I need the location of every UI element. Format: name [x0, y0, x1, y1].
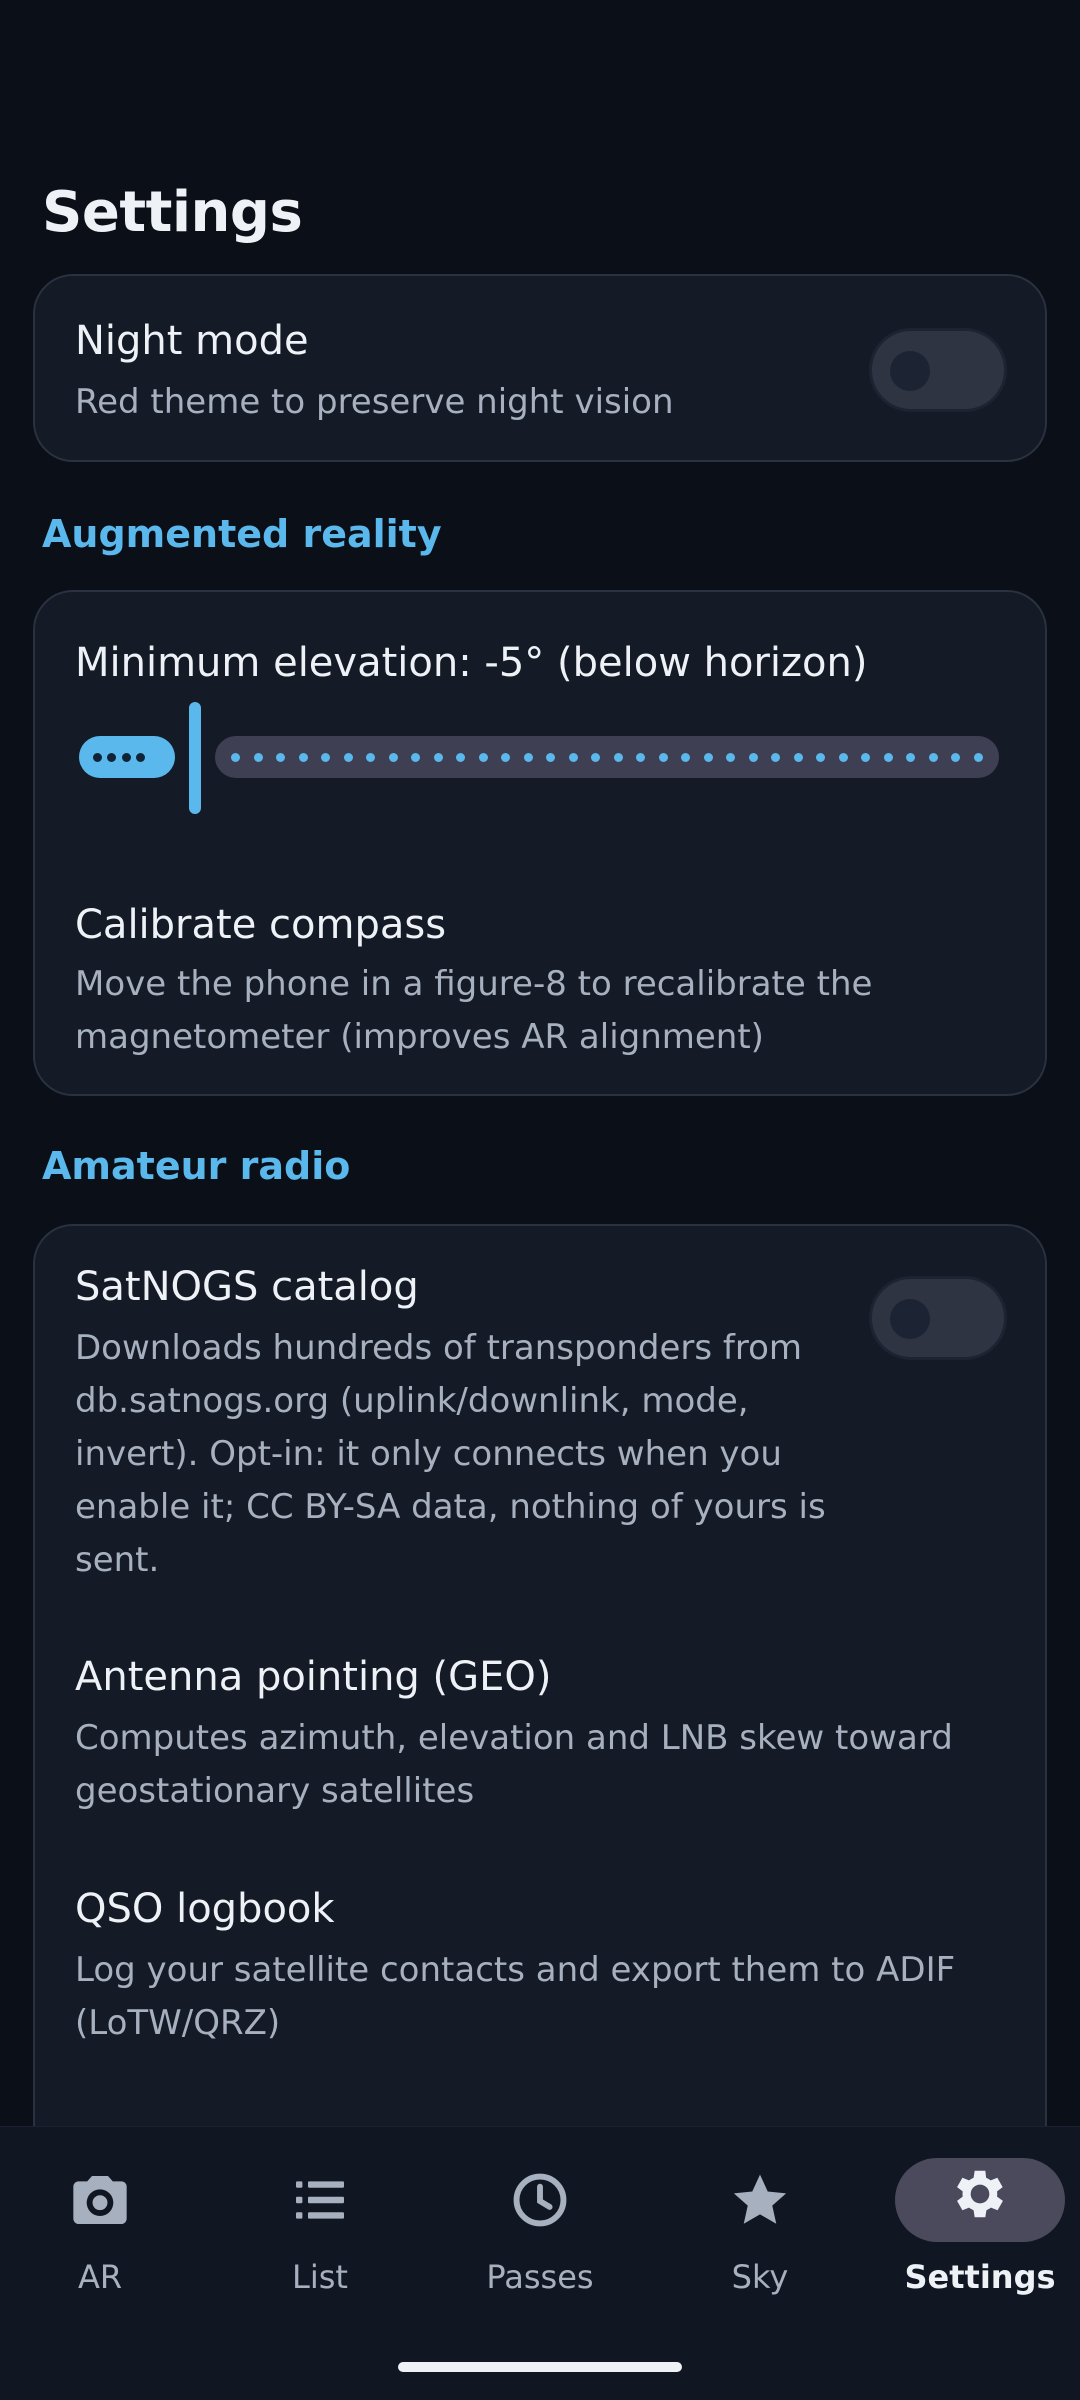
page-title: Settings — [42, 180, 303, 245]
antenna-pointing-desc-line: Computes azimuth, elevation and LNB skew… — [75, 1718, 953, 1758]
slider-step-dot — [703, 752, 713, 762]
slider-step-dot — [456, 752, 465, 762]
satnogs-desc-line: invert). Opt-in: it only connects when y… — [75, 1434, 782, 1474]
slider-step-dot — [928, 752, 938, 762]
satnogs-desc-line: db.satnogs.org (uplink/downlink, mode, — [75, 1381, 749, 1421]
calibrate-compass-title: Calibrate compass — [75, 902, 447, 948]
qso-logbook-desc-line: (LoTW/QRZ) — [75, 2003, 281, 2043]
slider-handle[interactable] — [189, 702, 201, 814]
qso-logbook-desc-line: Log your satellite contacts and export t… — [75, 1950, 956, 1990]
slider-step-dot — [973, 752, 983, 762]
slider-step-dot — [366, 752, 375, 762]
slider-step-dot — [951, 752, 960, 762]
slider-step-dot — [411, 752, 420, 762]
nav-label-ar: AR — [77, 2258, 123, 2296]
satnogs-desc-line: sent. — [75, 1540, 160, 1580]
slider-step-dot — [433, 752, 443, 762]
nav-item-passes[interactable]: Passes — [440, 2158, 640, 2318]
min-elevation-label: Minimum elevation: -5° (below horizon) — [75, 640, 868, 686]
star-icon — [733, 2174, 787, 2224]
slider-step-dot — [276, 752, 285, 762]
section-header-augmented-reality: Augmented reality — [42, 512, 442, 556]
slider-step-dot — [861, 752, 870, 762]
slider-step-dot — [906, 752, 915, 762]
nav-item-sky[interactable]: Sky — [660, 2158, 860, 2318]
antenna-pointing-desc-line: geostationary satellites — [75, 1771, 475, 1811]
slider-step-dot — [883, 752, 893, 762]
satnogs-desc-line: Downloads hundreds of transponders from — [75, 1328, 803, 1368]
slider-step-dot — [748, 752, 758, 762]
slider-step-dot — [681, 752, 690, 762]
nav-label-settings: Settings — [904, 2258, 1056, 2296]
gear-icon — [957, 2170, 1003, 2218]
section-header-amateur-radio: Amateur radio — [42, 1144, 351, 1188]
night-mode-subtitle: Red theme to preserve night vision — [75, 382, 674, 422]
slider-step-dot — [568, 752, 578, 762]
slider-step-dot — [636, 752, 645, 762]
camera-icon — [73, 2176, 127, 2224]
slider-step-dot — [231, 752, 240, 762]
night-mode-toggle[interactable] — [869, 328, 1007, 412]
nav-label-passes: Passes — [486, 2258, 594, 2296]
slider-step-dot — [726, 752, 735, 762]
slider-step-dot — [298, 752, 308, 762]
satnogs-desc-line: enable it; CC BY-SA data, nothing of you… — [75, 1487, 826, 1527]
slider-step-dot — [591, 752, 600, 762]
satnogs-toggle[interactable] — [869, 1276, 1007, 1360]
nav-item-settings[interactable]: Settings — [880, 2158, 1080, 2318]
slider-step-dot — [658, 752, 668, 762]
slider-step-dot — [501, 752, 510, 762]
amateur-radio-card: SatNOGS catalog Downloads hundreds of tr… — [33, 1224, 1047, 2184]
nav-item-ar[interactable]: AR — [0, 2158, 200, 2318]
nav-label-sky: Sky — [731, 2258, 789, 2296]
slider-step-dot — [546, 752, 555, 762]
slider-step-dot — [253, 752, 263, 762]
slider-step-dot — [816, 752, 825, 762]
calibrate-compass-subtitle-line1: Move the phone in a figure-8 to recalibr… — [75, 964, 873, 1004]
slider-step-dot — [771, 752, 780, 762]
night-mode-card[interactable]: Night mode Red theme to preserve night v… — [33, 274, 1047, 462]
qso-logbook-title: QSO logbook — [75, 1886, 335, 1932]
slider-step-dot — [343, 752, 353, 762]
list-icon — [296, 2181, 344, 2219]
slider-step-dot — [613, 752, 623, 762]
slider-step-dot — [838, 752, 848, 762]
night-mode-title: Night mode — [75, 318, 309, 364]
slider-step-dot — [793, 752, 803, 762]
slider-step-dot — [321, 752, 330, 762]
nav-item-list[interactable]: List — [220, 2158, 420, 2318]
slider-step-dot — [478, 752, 488, 762]
satnogs-title: SatNOGS catalog — [75, 1264, 419, 1310]
slider-step-dot — [388, 752, 398, 762]
toggle-knob — [890, 351, 930, 391]
clock-icon — [513, 2173, 567, 2227]
augmented-reality-card: Minimum elevation: -5° (below horizon) C… — [33, 590, 1047, 1096]
slider-inactive-track — [215, 736, 999, 778]
calibrate-compass-subtitle-line2: magnetometer (improves AR alignment) — [75, 1017, 764, 1057]
toggle-knob — [890, 1299, 930, 1339]
home-indicator[interactable] — [398, 2362, 682, 2372]
slider-step-dot — [523, 752, 533, 762]
antenna-pointing-title: Antenna pointing (GEO) — [75, 1654, 552, 1700]
slider-active-track — [79, 736, 175, 778]
nav-label-list: List — [292, 2258, 348, 2296]
